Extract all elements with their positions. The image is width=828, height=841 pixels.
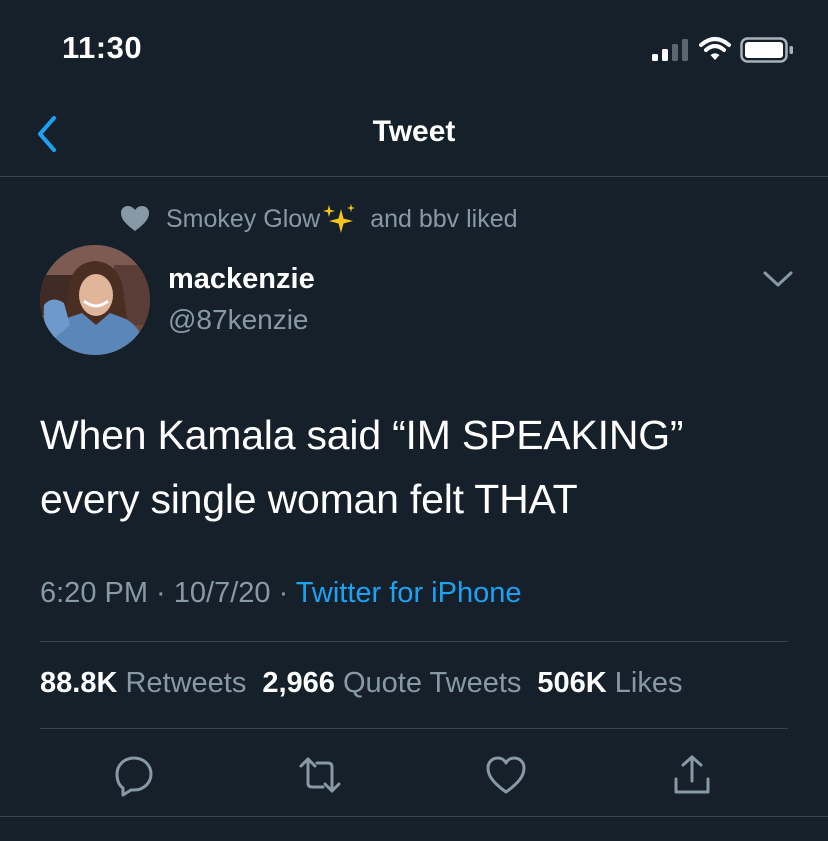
- social-context-name: Smokey Glow: [166, 204, 321, 233]
- retweets-stat[interactable]: 88.8K Retweets: [40, 667, 246, 699]
- tweet-time: 6:20 PM: [40, 577, 148, 609]
- status-time: 11:30: [62, 30, 143, 65]
- tweet-meta: 6:20 PM · 10/7/20 · Twitter for iPhone: [40, 577, 521, 610]
- like-icon[interactable]: [484, 753, 528, 797]
- reply-icon[interactable]: [112, 753, 156, 797]
- likes-stat[interactable]: 506K Likes: [537, 667, 682, 699]
- social-context-label: and bbv liked: [370, 204, 518, 233]
- sparkles-icon: [323, 204, 356, 233]
- quote-tweets-count: 2,966: [262, 667, 335, 699]
- likes-count: 506K: [537, 667, 607, 699]
- heart-icon: [121, 206, 149, 231]
- divider: [40, 728, 788, 729]
- author-handle[interactable]: @87kenzie: [168, 304, 309, 336]
- retweets-label: Retweets: [125, 667, 247, 699]
- author-display-name[interactable]: mackenzie: [168, 263, 315, 296]
- retweets-count: 88.8K: [40, 667, 118, 699]
- tweet-date: 10/7/20: [173, 577, 271, 609]
- quote-tweets-stat[interactable]: 2,966 Quote Tweets: [262, 667, 521, 699]
- share-icon[interactable]: [670, 753, 714, 797]
- tweet-source-link[interactable]: Twitter for iPhone: [296, 577, 522, 609]
- likes-label: Likes: [614, 667, 683, 699]
- tweet-text: When Kamala said “IM SPEAKING” every sin…: [40, 412, 684, 522]
- divider: [40, 641, 788, 642]
- wifi-icon: [699, 37, 731, 60]
- chevron-down-icon[interactable]: [762, 268, 794, 290]
- status-bar: 11:30: [0, 0, 828, 100]
- meta-separator: ·: [270, 577, 296, 609]
- signal-icon: [652, 39, 688, 61]
- avatar[interactable]: [40, 245, 150, 355]
- nav-bar: Tweet: [0, 100, 828, 177]
- battery-icon: [740, 37, 793, 63]
- social-context[interactable]: Smokey Glow and bbv liked: [120, 202, 518, 236]
- divider: [0, 816, 828, 817]
- retweet-icon[interactable]: [298, 753, 342, 797]
- page-title: Tweet: [372, 115, 456, 148]
- meta-separator: ·: [148, 577, 174, 609]
- quote-tweets-label: Quote Tweets: [342, 667, 522, 699]
- tweet-stats: 88.8K Retweets 2,966 Quote Tweets 506K Lik…: [40, 667, 682, 700]
